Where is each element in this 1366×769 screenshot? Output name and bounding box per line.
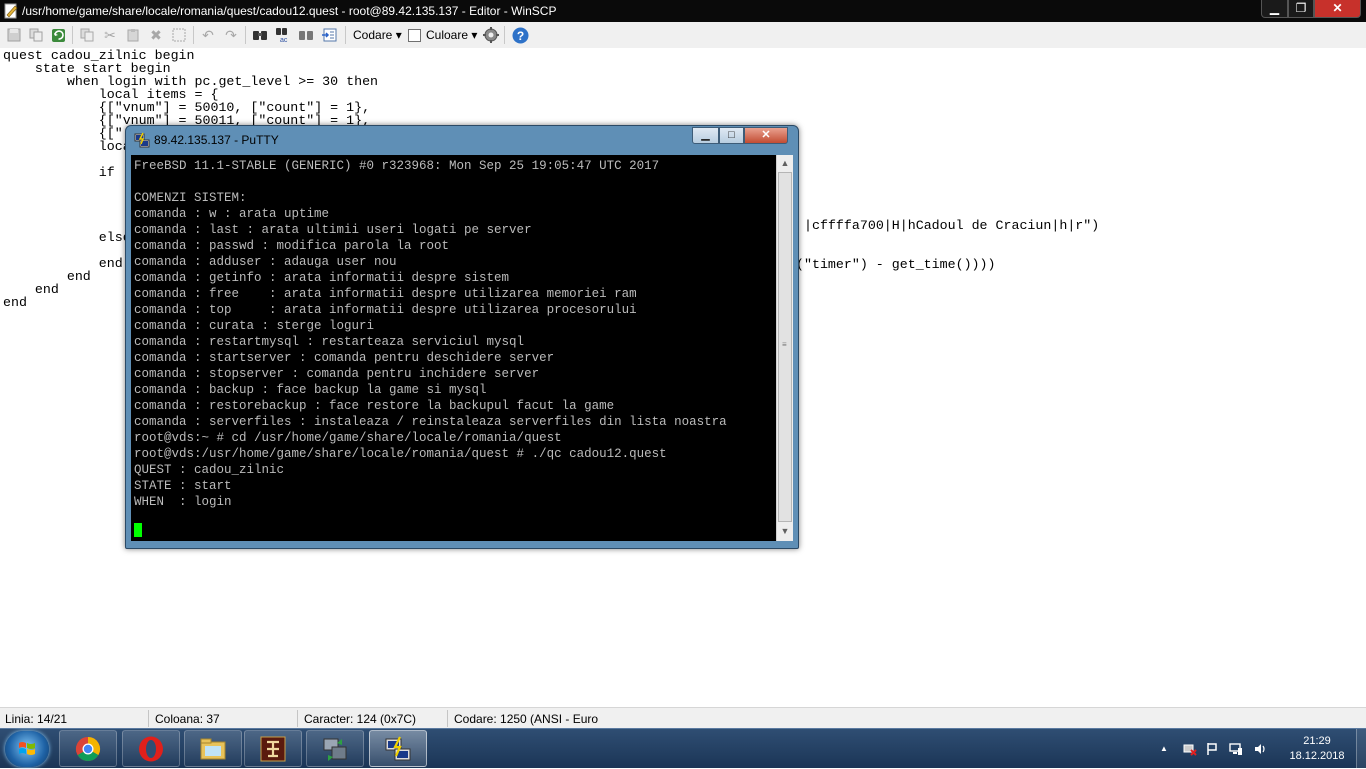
toolbar-separator xyxy=(504,26,505,44)
winscp-icon xyxy=(323,738,347,761)
volume-icon[interactable] xyxy=(1253,742,1267,756)
status-column: Coloana: 37 xyxy=(155,712,220,726)
putty-icon xyxy=(134,132,150,148)
scroll-up-arrow[interactable]: ▲ xyxy=(777,155,793,172)
putty-title: 89.42.135.137 - PuTTY xyxy=(154,133,279,147)
explorer-icon xyxy=(200,738,226,760)
action-center-icon[interactable] xyxy=(1205,742,1219,756)
replace-icon[interactable]: ac xyxy=(274,26,292,44)
svg-text:ac: ac xyxy=(280,37,288,43)
windows-logo-icon xyxy=(19,742,35,755)
scroll-down-arrow[interactable]: ▼ xyxy=(777,523,793,540)
window-title: /usr/home/game/share/locale/romania/ques… xyxy=(22,4,557,18)
scroll-grip-icon: ≡ xyxy=(782,340,787,349)
system-clock[interactable]: 21:29 18.12.2018 xyxy=(1282,734,1352,764)
maximize-button[interactable]: ❐ xyxy=(1288,0,1314,18)
color-menu[interactable]: Culoare ▾ xyxy=(426,28,477,42)
taskbar-game[interactable] xyxy=(244,730,302,767)
show-hidden-icons-button[interactable]: ▲ xyxy=(1157,742,1171,756)
status-line: Linia: 14/21 xyxy=(5,712,68,726)
status-separator xyxy=(447,710,448,727)
undo-icon[interactable]: ↶ xyxy=(199,26,217,44)
select-all-icon[interactable] xyxy=(170,26,188,44)
taskbar-opera[interactable] xyxy=(122,730,180,767)
goto-line-icon[interactable] xyxy=(320,26,338,44)
putty-maximize-button[interactable]: □ xyxy=(719,127,744,144)
status-bar: Linia: 14/21 Coloana: 37 Caracter: 124 (… xyxy=(0,707,1366,729)
network-error-icon[interactable] xyxy=(1183,742,1197,756)
terminal-scrollbar[interactable]: ▲ ≡ ▼ xyxy=(776,155,793,541)
status-character: Caracter: 124 (0x7C) xyxy=(304,712,417,726)
toolbar-separator xyxy=(345,26,346,44)
status-separator xyxy=(148,710,149,727)
redo-icon[interactable]: ↷ xyxy=(222,26,240,44)
toolbar-separator xyxy=(245,26,246,44)
putty-close-button[interactable]: ✕ xyxy=(744,127,788,144)
save-icon[interactable] xyxy=(5,26,23,44)
close-button[interactable]: ✕ xyxy=(1314,0,1361,18)
find-icon[interactable] xyxy=(251,26,269,44)
taskbar-putty[interactable] xyxy=(369,730,427,767)
editor-text-fragment: |cffffa700|H|hCadoul de Craciun|h|r") xyxy=(804,218,1100,233)
taskbar-winscp[interactable] xyxy=(306,730,364,767)
putty-window[interactable]: 89.42.135.137 - PuTTY ▁ □ ✕ FreeBSD 11.1… xyxy=(125,125,799,549)
taskbar-explorer[interactable] xyxy=(184,730,242,767)
opera-icon xyxy=(139,736,163,762)
color-checkbox[interactable] xyxy=(408,29,421,42)
game-icon xyxy=(260,736,286,762)
terminal[interactable]: FreeBSD 11.1-STABLE (GENERIC) #0 r323968… xyxy=(131,155,776,541)
putty-title-bar[interactable]: 89.42.135.137 - PuTTY ▁ □ ✕ xyxy=(126,126,798,154)
find-next-icon[interactable] xyxy=(297,26,315,44)
editor-text-fragment: ("timer") - get_time()))) xyxy=(796,257,996,272)
encoding-menu[interactable]: Codare ▾ xyxy=(353,28,402,42)
winscp-title-bar[interactable]: /usr/home/game/share/locale/romania/ques… xyxy=(0,0,1366,22)
toolbar-separator xyxy=(193,26,194,44)
chrome-icon xyxy=(75,737,101,762)
minimize-button[interactable]: ▁ xyxy=(1261,0,1288,18)
status-encoding: Codare: 1250 (ANSI - Euro xyxy=(454,712,599,726)
delete-icon[interactable]: ✖ xyxy=(147,26,165,44)
copy-icon[interactable] xyxy=(78,26,96,44)
clock-date: 18.12.2018 xyxy=(1289,750,1345,762)
settings-icon[interactable] xyxy=(482,26,500,44)
start-button[interactable] xyxy=(5,731,49,767)
putty-icon xyxy=(385,736,411,761)
taskbar-chrome[interactable] xyxy=(59,730,117,767)
svg-text:?: ? xyxy=(516,29,523,43)
scroll-thumb[interactable]: ≡ xyxy=(778,172,792,522)
paste-icon[interactable] xyxy=(124,26,142,44)
refresh-icon[interactable] xyxy=(49,26,67,44)
copy-icon[interactable] xyxy=(27,26,45,44)
editor-icon xyxy=(4,3,18,19)
taskbar: ▲ 21:29 18.12.2018 xyxy=(0,728,1366,769)
terminal-cursor xyxy=(134,523,142,537)
help-icon[interactable]: ? xyxy=(511,26,529,44)
show-desktop-button[interactable] xyxy=(1356,729,1366,769)
monitor-icon[interactable] xyxy=(1229,742,1243,756)
putty-minimize-button[interactable]: ▁ xyxy=(692,127,719,144)
cut-icon[interactable]: ✂ xyxy=(101,26,119,44)
terminal-output: FreeBSD 11.1-STABLE (GENERIC) #0 r323968… xyxy=(134,159,727,509)
clock-time: 21:29 xyxy=(1303,735,1331,747)
toolbar-separator xyxy=(72,26,73,44)
editor-toolbar: ✂ ✖ ↶ ↷ ac Codare ▾ Culoare ▾ ? xyxy=(0,22,1366,49)
status-separator xyxy=(297,710,298,727)
